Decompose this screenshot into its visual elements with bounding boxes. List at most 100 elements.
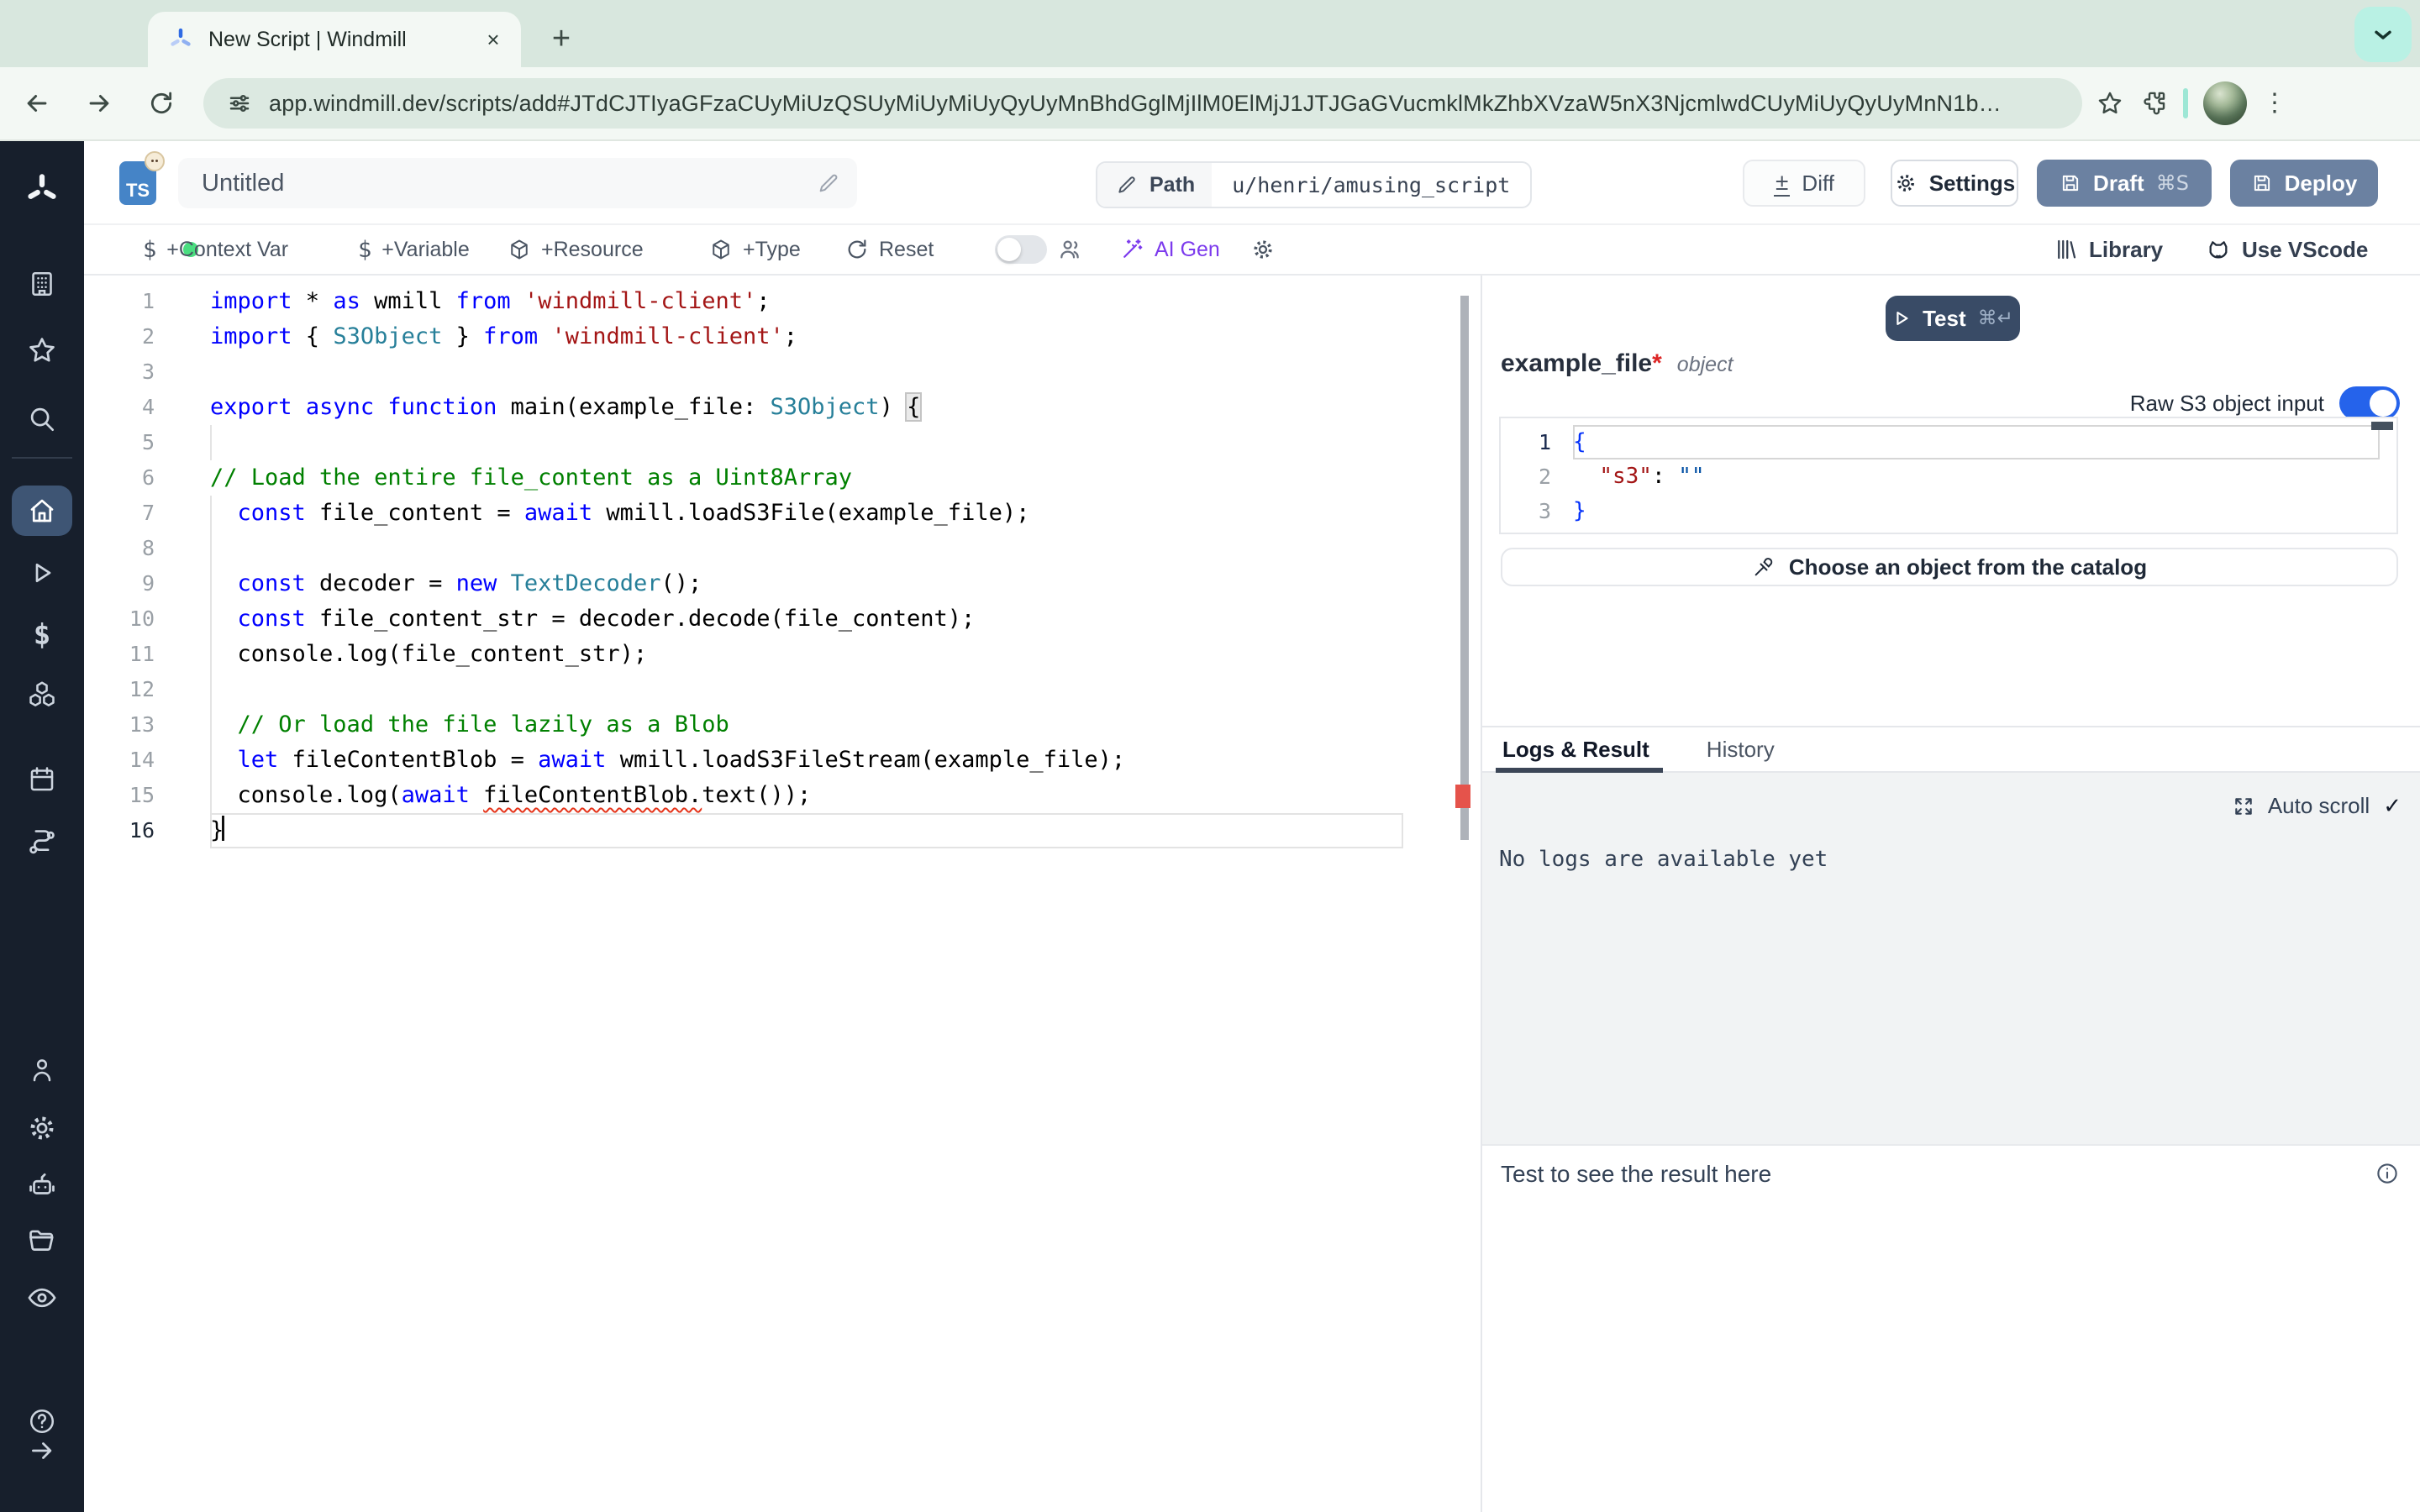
reset-button[interactable]: Reset [845, 225, 934, 274]
folders-icon[interactable] [0, 1225, 84, 1257]
expand-icon[interactable] [2233, 795, 2254, 817]
add-variable-button[interactable]: $ +Variable [358, 225, 470, 274]
script-settings-gear-button[interactable] [1250, 225, 1276, 274]
gear-icon [1250, 237, 1276, 262]
code-line[interactable]: 5 [84, 425, 1481, 460]
test-button[interactable]: Test ⌘↵ [1886, 296, 2020, 341]
path-selector[interactable]: Path u/henri/amusing_script [1096, 161, 1532, 208]
url-text[interactable]: app.windmill.dev/scripts/add#JTdCJTIyaGF… [269, 91, 2002, 117]
package-box-icon [709, 238, 733, 261]
diff-button[interactable]: ± Diff [1743, 160, 1865, 207]
code-line[interactable]: 1import * as wmill from 'windmill-client… [84, 284, 1481, 319]
add-type-button[interactable]: +Type [709, 225, 801, 274]
check-icon[interactable]: ✓ [2383, 794, 2402, 819]
path-label-segment[interactable]: Path [1097, 163, 1212, 207]
schedules-calendar-icon[interactable] [0, 764, 84, 795]
tune-icon[interactable] [227, 91, 252, 116]
code-line[interactable]: 14 let fileContentBlob = await wmill.loa… [84, 743, 1481, 778]
code-line[interactable]: 13 // Or load the file lazily as a Blob [84, 707, 1481, 743]
new-tab-button[interactable]: + [541, 18, 581, 59]
code-lines[interactable]: 1import * as wmill from 'windmill-client… [84, 284, 1481, 848]
reload-button[interactable] [136, 78, 187, 129]
search-icon[interactable] [0, 403, 84, 435]
code-line[interactable]: 8 [84, 531, 1481, 566]
code-line[interactable]: 2 "s3": "" [1501, 459, 2396, 494]
audit-eye-icon[interactable] [0, 1282, 84, 1314]
workers-robot-icon[interactable] [0, 1169, 84, 1201]
windmill-logo[interactable] [0, 171, 84, 208]
raw-s3-toggle[interactable] [2339, 386, 2400, 420]
required-mark: * [1652, 349, 1662, 377]
code-line[interactable]: 12 [84, 672, 1481, 707]
code-line[interactable]: 2import { S3Object } from 'windmill-clie… [84, 319, 1481, 354]
runs-play-icon[interactable] [0, 558, 84, 588]
resources-cubes-icon[interactable] [0, 679, 84, 711]
extensions-puzzle-icon[interactable] [2139, 89, 2168, 118]
tab-strip: New Script | Windmill × + [0, 0, 2420, 67]
library-button[interactable]: Library [2054, 225, 2163, 274]
home-icon[interactable] [0, 496, 84, 526]
code-line[interactable]: 10 const file_content_str = decoder.deco… [84, 601, 1481, 637]
avatar[interactable] [2203, 81, 2247, 125]
ai-gen-button[interactable]: AI Gen [1119, 225, 1220, 274]
back-button[interactable] [12, 78, 62, 129]
user-icon[interactable] [0, 1055, 84, 1085]
use-vscode-button[interactable]: Use VScode [2205, 225, 2368, 274]
edit-pencil-icon[interactable] [817, 171, 840, 195]
script-title[interactable]: Untitled [202, 170, 817, 197]
json-lines[interactable]: 1{2 "s3": ""3} [1501, 425, 2396, 528]
browser-tab[interactable]: New Script | Windmill × [148, 12, 521, 67]
settings-gear-icon[interactable] [0, 1112, 84, 1144]
code-line[interactable]: 6// Load the entire file_content as a Ui… [84, 460, 1481, 496]
workspace-building-icon[interactable] [0, 269, 84, 299]
variables-dollar-icon[interactable]: $ [0, 618, 84, 652]
help-icon[interactable] [0, 1406, 84, 1436]
package-box-icon [508, 238, 531, 261]
line-number: 1 [1501, 425, 1551, 459]
code-line[interactable]: 3 [84, 354, 1481, 390]
draft-button[interactable]: Draft ⌘S [2037, 160, 2212, 207]
line-number: 16 [84, 813, 155, 848]
deploy-label: Deploy [2285, 171, 2358, 197]
tab-logs-result[interactable]: Logs & Result [1499, 727, 1653, 771]
tab-history[interactable]: History [1703, 727, 1778, 771]
toggle-off[interactable] [995, 235, 1047, 264]
code-line[interactable]: 1{ [1501, 425, 2396, 459]
code-line[interactable]: 15 console.log(await fileContentBlob.tex… [84, 778, 1481, 813]
script-title-field[interactable]: Untitled [178, 158, 857, 208]
code-line[interactable]: 4export async function main(example_file… [84, 390, 1481, 425]
favorites-star-icon[interactable] [0, 334, 84, 366]
browser-menu-icon[interactable]: ⋮ [2262, 91, 2287, 116]
editor-scrollbar[interactable] [1460, 296, 1469, 840]
add-resource-button[interactable]: +Resource [508, 225, 644, 274]
info-icon[interactable] [2375, 1161, 2400, 1186]
json-editor-scrollbar[interactable] [2371, 422, 2393, 430]
code-line[interactable]: 11 console.log(file_content_str); [84, 637, 1481, 672]
expand-arrow-icon[interactable] [0, 1436, 84, 1465]
result-placeholder: Test to see the result here [1501, 1161, 1771, 1188]
forward-button[interactable] [74, 78, 124, 129]
code-line[interactable]: 9 const decoder = new TextDecoder(); [84, 566, 1481, 601]
sidebar: $ [0, 141, 84, 1512]
auto-scroll-control[interactable]: Auto scroll ✓ [2233, 793, 2402, 819]
add-context-var-button[interactable]: $ +Context Var [143, 225, 288, 274]
code-editor[interactable]: 1import * as wmill from 'windmill-client… [84, 276, 1481, 1512]
add-type-label: +Type [743, 238, 801, 262]
tab-close-icon[interactable]: × [479, 25, 508, 54]
path-value[interactable]: u/henri/amusing_script [1212, 163, 1530, 207]
line-number: 9 [84, 566, 155, 601]
bookmark-star-icon[interactable] [2096, 89, 2124, 118]
test-shortcut: ⌘↵ [1978, 307, 2013, 329]
code-line[interactable]: 7 const file_content = await wmill.loadS… [84, 496, 1481, 531]
settings-button[interactable]: Settings [1891, 160, 2018, 207]
window-chevron-button[interactable] [2354, 7, 2412, 62]
flows-route-icon[interactable] [0, 827, 84, 858]
code-line[interactable]: 3} [1501, 494, 2396, 528]
multiplayer-toggle[interactable] [995, 225, 1084, 274]
code-line[interactable]: 16} [84, 813, 1481, 848]
json-input-editor[interactable]: 1{2 "s3": ""3} [1499, 417, 2398, 534]
choose-object-button[interactable]: Choose an object from the catalog [1501, 548, 2398, 586]
deploy-button[interactable]: Deploy [2230, 160, 2378, 207]
url-bar[interactable]: app.windmill.dev/scripts/add#JTdCJTIyaGF… [203, 78, 2082, 129]
raw-s3-row: Raw S3 object input [2130, 386, 2400, 420]
